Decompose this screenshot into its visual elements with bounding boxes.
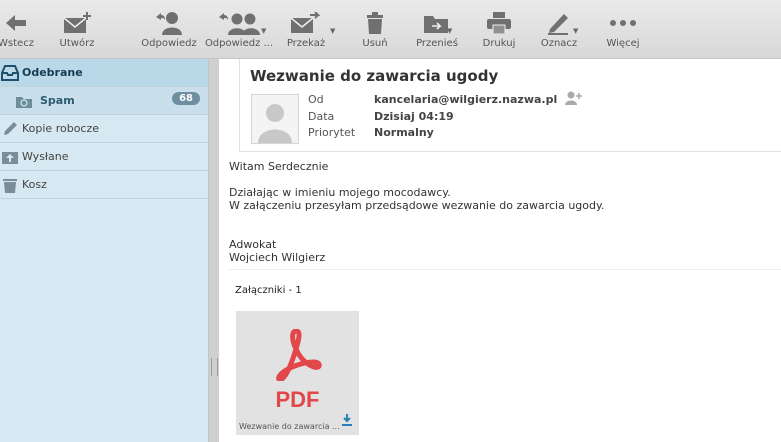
pane-splitter[interactable] (209, 59, 219, 442)
forward-mail-icon (290, 12, 321, 33)
trash-icon (367, 12, 383, 34)
folder-item-sent[interactable]: Wysłane (0, 143, 208, 171)
body-line: W załączeniu przesyłam przedsądowe wezwa… (229, 199, 605, 212)
pencil-icon (4, 121, 17, 135)
back-arrow-icon (6, 15, 26, 31)
folder-list: Odebrane Spam 68 Kopie robocze Wysłane K… (0, 59, 209, 442)
body-greeting: Witam Serdecznie (229, 160, 329, 173)
sent-icon (2, 151, 18, 164)
priority-value: Normalny (374, 126, 434, 139)
printer-icon (487, 12, 511, 34)
mark-pencil-icon (548, 14, 568, 35)
reply-button[interactable]: Odpowiedz (140, 0, 198, 58)
delete-button[interactable]: Usuń (356, 0, 394, 58)
toolbar: Wstecz Utwórz Odpowiedz Odpowiedz ... ▼ … (0, 0, 781, 59)
from-label: Od (308, 93, 324, 106)
message-subject: Wezwanie do zawarcia ugody (250, 67, 499, 85)
more-button[interactable]: Więcej (602, 0, 644, 58)
folder-item-trash[interactable]: Kosz (0, 171, 208, 199)
folder-item-spam[interactable]: Spam 68 (0, 87, 208, 115)
folder-label: Kopie robocze (22, 122, 100, 135)
attachments-title: Załączniki - 1 (235, 285, 302, 296)
unread-count-badge: 68 (172, 92, 200, 105)
add-contact-icon[interactable] (564, 90, 582, 109)
body-line: Działając w imieniu mojego mocodawcy. (229, 186, 451, 199)
reply-all-dropdown-icon[interactable]: ▼ (261, 27, 266, 35)
date-value: Dzisiaj 04:19 (374, 110, 454, 123)
message-header: Wezwanie do zawarcia ugody Od kancelaria… (239, 59, 781, 152)
move-dropdown-icon[interactable]: ▼ (447, 27, 452, 35)
compose-button[interactable]: Utwórz (55, 0, 99, 58)
trash-icon (3, 178, 17, 193)
folder-item-drafts[interactable]: Kopie robocze (0, 115, 208, 143)
folder-label: Spam (40, 94, 75, 107)
from-address[interactable]: kancelaria@wilgierz.nazwa.pl (374, 93, 557, 106)
compose-mail-icon (63, 12, 91, 33)
move-button[interactable]: Przenieś (412, 0, 462, 58)
divider (229, 269, 781, 270)
download-icon[interactable] (341, 411, 353, 430)
spam-icon (16, 96, 32, 108)
signature-line: Wojciech Wilgierz (229, 251, 326, 264)
folder-label: Odebrane (22, 66, 83, 79)
pdf-acrobat-icon (276, 329, 322, 381)
print-button[interactable]: Drukuj (478, 0, 520, 58)
forward-button[interactable]: Przekaż (284, 0, 328, 58)
attachment-tile[interactable]: PDF Wezwanie do zawarcia ... (236, 311, 359, 435)
forward-dropdown-icon[interactable]: ▼ (330, 27, 335, 35)
attachment-type: PDF (275, 387, 320, 412)
back-button[interactable]: Wstecz (0, 0, 36, 58)
signature-line: Adwokat (229, 238, 277, 251)
attachment-name: Wezwanie do zawarcia ... (239, 422, 339, 431)
contact-photo-placeholder-icon (258, 104, 292, 143)
message-body: Witam Serdecznie Działając w imieniu moj… (229, 160, 604, 264)
folder-label: Wysłane (22, 150, 69, 163)
message-view: Wezwanie do zawarcia ugody Od kancelaria… (219, 59, 781, 442)
reply-person-icon (156, 12, 182, 35)
splitter-grip[interactable] (211, 358, 218, 376)
date-label: Data (308, 110, 335, 123)
more-dots-icon (610, 20, 636, 26)
mark-dropdown-icon[interactable]: ▼ (573, 27, 578, 35)
folder-label: Kosz (22, 178, 47, 191)
reply-all-icon (219, 13, 260, 35)
inbox-icon (1, 64, 19, 81)
priority-label: Priorytet (308, 126, 356, 139)
folder-item-inbox[interactable]: Odebrane (0, 59, 208, 87)
avatar (251, 94, 299, 144)
